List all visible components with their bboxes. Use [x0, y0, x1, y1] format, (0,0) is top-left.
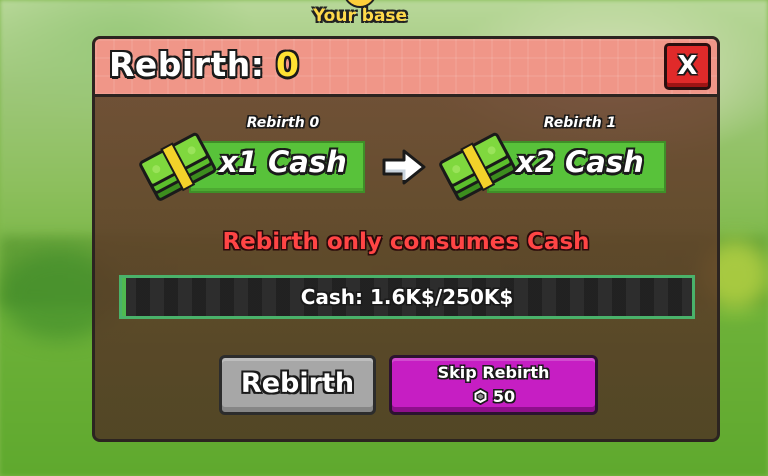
rebirth-dialog: Rebirth: 0 X Rebirth 0 x1 Cash Rebirth 1 — [92, 36, 720, 442]
next-rebirth-label: Rebirth 1 — [543, 115, 617, 131]
current-rebirth-label: Rebirth 0 — [246, 115, 320, 131]
close-button[interactable]: X — [664, 43, 711, 90]
next-multiplier-text: x2 Cash — [516, 145, 644, 179]
your-base-label: Your base — [312, 6, 408, 26]
cash-progress-bar: Cash: 1.6K$/250K$ — [119, 275, 695, 319]
skip-rebirth-label: Skip Rebirth — [437, 363, 550, 382]
arrow-right-icon — [382, 149, 426, 185]
rebirth-button-label: Rebirth — [240, 368, 355, 399]
close-icon: X — [677, 50, 698, 81]
dialog-title: Rebirth: — [109, 45, 265, 84]
rebirth-button[interactable]: Rebirth — [219, 355, 376, 415]
rebirth-count: 0 — [276, 45, 299, 84]
skip-rebirth-button[interactable]: Skip Rebirth 50 — [389, 355, 598, 415]
progress-text: Cash: 1.6K$/250K$ — [300, 285, 514, 309]
money-stack-icon — [139, 132, 217, 201]
robux-icon — [472, 388, 489, 405]
skip-rebirth-price: 50 — [392, 387, 595, 406]
warning-text: Rebirth only consumes Cash — [222, 229, 590, 255]
skip-rebirth-price-text: 50 — [492, 387, 516, 406]
dialog-title-bar: Rebirth: 0 X — [95, 39, 717, 97]
money-stack-icon — [439, 132, 517, 201]
current-multiplier-text: x1 Cash — [219, 145, 347, 179]
